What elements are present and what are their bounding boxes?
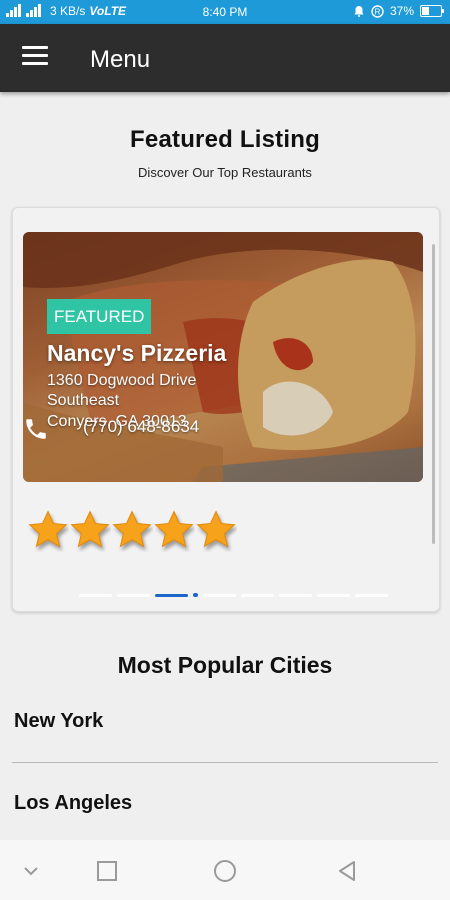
star-icon (112, 510, 152, 548)
home-icon[interactable] (212, 858, 238, 884)
phone-icon[interactable] (23, 416, 49, 442)
collapse-icon[interactable] (18, 858, 44, 884)
listing-name[interactable]: Nancy's Pizzeria (47, 340, 226, 367)
star-icon (196, 510, 236, 548)
carousel-dot[interactable] (203, 593, 236, 597)
alarm-icon (354, 6, 364, 17)
city-item-new-york[interactable]: New York (14, 710, 103, 733)
svg-text:R: R (375, 7, 381, 16)
featured-badge: FEATURED (47, 299, 152, 334)
page-title: Menu (90, 46, 151, 73)
rating-stars (27, 508, 237, 552)
carousel-dot[interactable] (317, 593, 350, 597)
carousel-dot[interactable] (79, 593, 112, 597)
app-bar: Menu (0, 24, 450, 92)
featured-title: Featured Listing (130, 126, 320, 153)
carousel-dot-marker (193, 593, 198, 597)
carousel-dot[interactable] (279, 593, 312, 597)
address-line-1: 1360 Dogwood Drive (47, 372, 197, 389)
divider (12, 762, 438, 763)
back-icon[interactable] (334, 858, 360, 884)
status-bar: 3 KB/s VoLTE 8:40 PM R 37% (0, 0, 450, 24)
status-right: R 37% (353, 4, 444, 18)
carousel-dot[interactable] (355, 593, 388, 597)
system-nav-bar (0, 840, 450, 900)
data-saver-icon: R (371, 4, 384, 18)
battery-icon (420, 5, 444, 17)
featured-card[interactable]: FEATURED Nancy's Pizzeria 1360 Dogwood D… (12, 207, 440, 612)
battery-percent: 37% (389, 4, 414, 18)
featured-subtitle: Discover Our Top Restaurants (138, 165, 312, 180)
popular-cities-title: Most Popular Cities (117, 652, 333, 678)
star-icon (70, 510, 110, 548)
star-icon (154, 510, 194, 548)
carousel-dot[interactable] (241, 593, 274, 597)
address-line-2: Southeast (47, 392, 120, 409)
listing-image[interactable]: FEATURED Nancy's Pizzeria 1360 Dogwood D… (23, 232, 423, 482)
hamburger-icon[interactable] (22, 46, 48, 66)
city-item-los-angeles[interactable]: Los Angeles (14, 792, 132, 815)
star-icon (28, 510, 68, 548)
carousel-dot[interactable] (155, 593, 188, 597)
card-scrollbar[interactable] (432, 244, 435, 544)
listing-phone[interactable]: (770) 648-8634 (83, 417, 199, 437)
recents-icon[interactable] (94, 858, 120, 884)
carousel-dot[interactable] (117, 593, 150, 597)
carousel-indicator[interactable] (79, 593, 388, 597)
